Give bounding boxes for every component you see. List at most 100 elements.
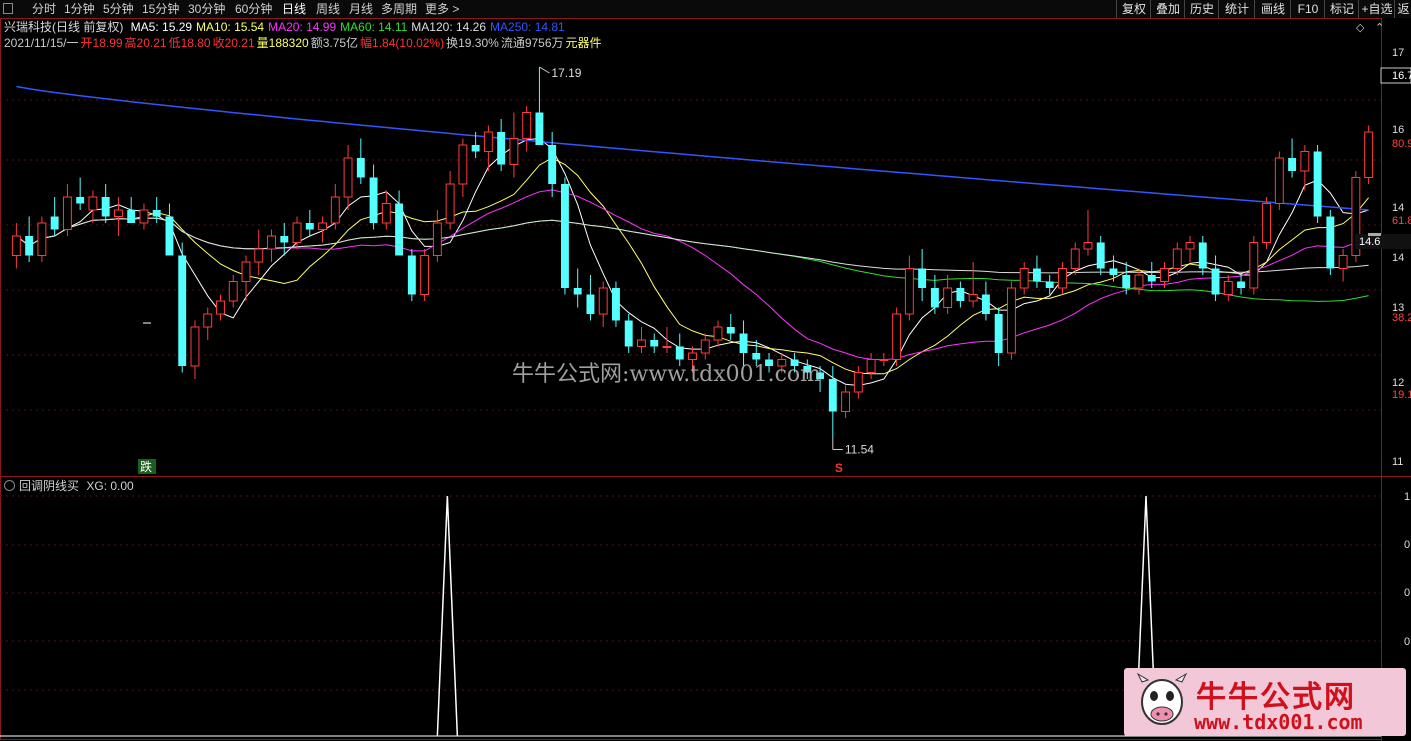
sub-chart-legend: 回调阴线买 XG: 0.00: [4, 478, 134, 494]
candle-body: [88, 196, 98, 211]
candle-body: [497, 132, 506, 165]
price-axis-label: 12: [1392, 377, 1404, 389]
candle-body: [1122, 275, 1131, 288]
candle-body: [343, 157, 353, 198]
candle-body: [471, 145, 480, 152]
candle-body: [1160, 268, 1169, 282]
candle-body: [395, 203, 404, 256]
candle-body: [1032, 268, 1041, 282]
candle-body: [1223, 281, 1233, 295]
candle-body: [700, 339, 710, 354]
price-axis-label: 16: [1392, 124, 1404, 136]
candle-body: [904, 268, 914, 315]
candle-body: [994, 314, 1003, 353]
low-price-label: 11.54: [845, 443, 874, 457]
candle-body: [662, 346, 672, 348]
candle-body: [1070, 248, 1080, 269]
candle-body: [25, 236, 34, 256]
candle-body: [1364, 131, 1374, 178]
ma250-line: [16, 85, 1369, 211]
candle-body: [548, 145, 557, 184]
candle-body: [1313, 151, 1322, 217]
signal-s-label: S: [835, 461, 843, 475]
price-axis-label: 14.6: [1359, 236, 1380, 248]
candle-body: [356, 158, 365, 178]
candle-body: [483, 131, 493, 152]
candle-body: [1006, 287, 1016, 354]
candle-body: [624, 320, 633, 347]
candle-body: [586, 294, 595, 314]
candle-body: [1096, 242, 1105, 269]
candle-body: [535, 112, 544, 145]
candle-body: [892, 313, 902, 360]
candle-body: [981, 294, 990, 314]
price-axis-label: 38.2: [1392, 312, 1411, 324]
candle-body: [216, 300, 225, 315]
collapse-icon[interactable]: [4, 480, 15, 491]
xg-signal-spike: [436, 495, 459, 737]
high-price-label: 17.19: [551, 66, 581, 80]
high-marker-line: [539, 66, 550, 74]
candle-body: [432, 222, 442, 256]
candle-body: [1057, 268, 1067, 289]
candle-body: [1300, 151, 1310, 172]
candle-body: [1198, 242, 1207, 269]
diamond-icon: ◇: [1356, 22, 1365, 34]
candle-body: [254, 248, 264, 263]
candle-body: [853, 372, 863, 393]
candle-body: [1172, 248, 1182, 269]
candle-body: [37, 222, 47, 256]
candle-body: [650, 340, 659, 347]
candle-body: [1083, 242, 1093, 250]
ma120-line: [16, 217, 1369, 274]
candle-body: [522, 112, 532, 139]
candle-body: [241, 261, 251, 282]
candle-body: [1109, 268, 1118, 275]
candle-body: [879, 359, 889, 361]
candle-body: [407, 255, 416, 295]
ma60-line: [16, 217, 1369, 302]
watermark-text: 牛牛公式网:www.tdx001.com: [512, 362, 822, 387]
price-axis-label: 80.9: [1392, 138, 1411, 150]
candle-body: [1134, 274, 1144, 289]
sub-chart-value: XG: 0.00: [86, 479, 134, 493]
signal-sell-label: 跌: [140, 459, 152, 474]
candle-body: [458, 144, 468, 185]
candle-body: [598, 287, 608, 315]
candle-body: [573, 288, 582, 295]
candle-body: [305, 223, 314, 230]
candle-body: [50, 216, 59, 230]
candle-body: [560, 184, 569, 288]
candle-body: [1288, 158, 1297, 171]
candle-body: [1211, 268, 1220, 295]
candle-body: [1019, 268, 1029, 289]
candle-body: [713, 326, 723, 341]
candle-body: [267, 235, 276, 250]
candle-body: [930, 288, 939, 308]
candle-body: [420, 255, 430, 295]
candle-body: [11, 235, 21, 256]
price-axis-label: 19.1: [1392, 389, 1411, 401]
scroll-marker: [1368, 233, 1381, 236]
candle-body: [1249, 242, 1259, 289]
candle-body: [1262, 203, 1272, 243]
candle-body: [828, 379, 837, 412]
logo-url: www.tdx001.com: [1194, 710, 1363, 734]
candle-body: [152, 210, 161, 217]
candle-body: [113, 209, 123, 217]
cow-mascot-icon: [1136, 672, 1188, 725]
candle-body: [369, 177, 378, 223]
candle-body: [637, 339, 646, 347]
candle-body: [1237, 281, 1246, 288]
candle-body: [381, 203, 391, 224]
price-axis-label: 14: [1392, 252, 1404, 264]
candle-body: [165, 216, 174, 256]
candle-body: [280, 236, 289, 243]
candle-body: [1338, 255, 1348, 269]
candle-body: [739, 333, 748, 353]
candle-body: [866, 359, 876, 373]
price-axis-label: 16.74: [1392, 70, 1411, 82]
candle-body: [127, 210, 136, 223]
sub-chart-title: 回调阴线买: [19, 479, 80, 493]
scroll-up-icon: ⌃: [1375, 22, 1384, 34]
